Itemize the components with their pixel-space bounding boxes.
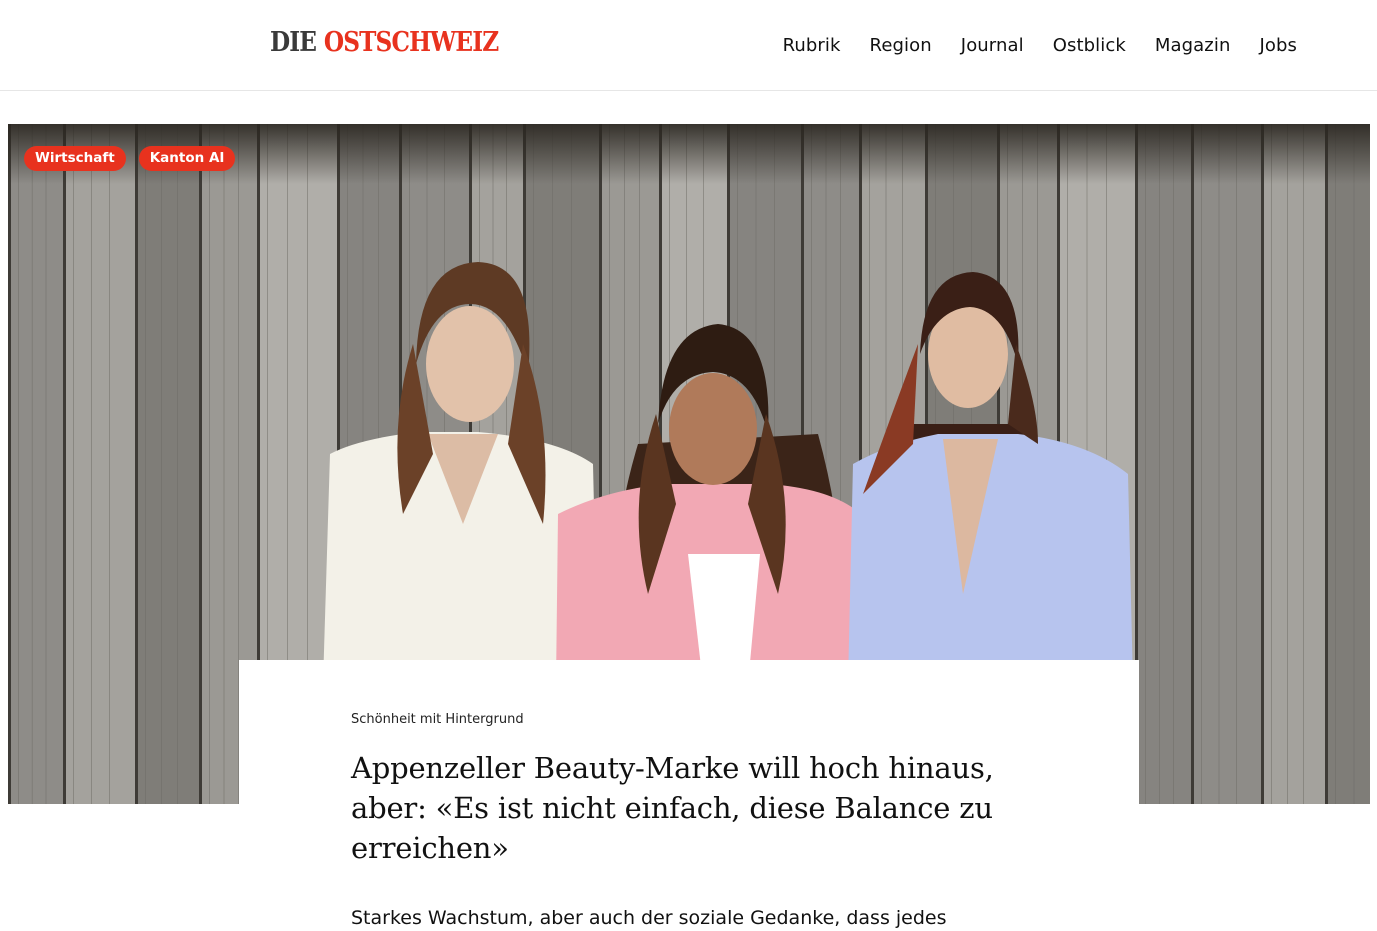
category-tags: Wirtschaft Kanton AI — [24, 146, 236, 171]
article-card: Schönheit mit Hintergrund Appenzeller Be… — [239, 660, 1139, 931]
nav-item-region[interactable]: Region — [870, 35, 932, 56]
nav-item-rubrik[interactable]: Rubrik — [783, 35, 841, 56]
tag-wirtschaft[interactable]: Wirtschaft — [24, 146, 126, 171]
article-headline[interactable]: Appenzeller Beauty-Marke will hoch hinau… — [351, 748, 1051, 868]
nav-item-journal[interactable]: Journal — [961, 35, 1024, 56]
main-nav: Rubrik Region Journal Ostblick Magazin J… — [783, 30, 1297, 60]
nav-item-ostblick[interactable]: Ostblick — [1053, 35, 1126, 56]
article-lead: Starkes Wachstum, aber auch der soziale … — [351, 907, 947, 929]
nav-item-jobs[interactable]: Jobs — [1259, 35, 1297, 56]
logo-text-die: DIE — [270, 27, 317, 58]
tag-kanton-ai[interactable]: Kanton AI — [138, 146, 236, 171]
nav-item-magazin[interactable]: Magazin — [1155, 35, 1231, 56]
site-header: DIE OSTSCHWEIZ Rubrik Region Journal Ost… — [0, 0, 1377, 91]
logo-text-ostschweiz: OSTSCHWEIZ — [323, 27, 499, 58]
article-kicker: Schönheit mit Hintergrund — [351, 712, 524, 727]
site-logo[interactable]: DIE OSTSCHWEIZ — [270, 27, 499, 63]
